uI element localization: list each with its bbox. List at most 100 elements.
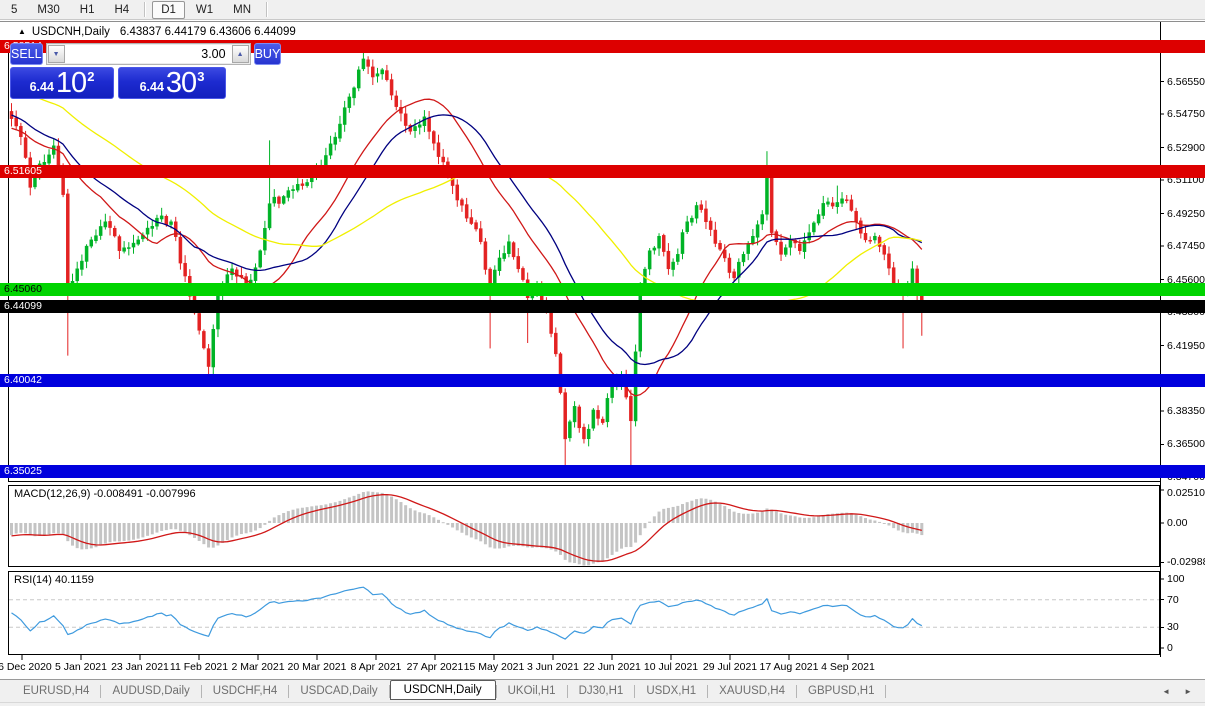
candle-body bbox=[572, 406, 577, 423]
macd-histogram-bar bbox=[624, 523, 628, 548]
macd-histogram-bar bbox=[66, 523, 70, 542]
macd-histogram-bar bbox=[770, 509, 774, 523]
candle-body bbox=[765, 172, 769, 215]
candle-body bbox=[310, 173, 314, 183]
macd-histogram-bar bbox=[446, 523, 450, 525]
macd-histogram-bar bbox=[61, 523, 65, 535]
candle-body bbox=[676, 254, 680, 262]
candle-body bbox=[493, 269, 497, 287]
volume-increase-button[interactable]: ▲ bbox=[231, 45, 249, 63]
macd-histogram-bar bbox=[361, 492, 365, 523]
tab-gbpusd-h1[interactable]: GBPUSD,H1 bbox=[797, 682, 885, 700]
candle-body bbox=[596, 410, 600, 419]
volume-decrease-button[interactable]: ▼ bbox=[47, 45, 65, 63]
tab-scroll-left[interactable]: ◄ bbox=[1155, 687, 1177, 696]
candle-body bbox=[136, 239, 140, 245]
candle-body bbox=[671, 261, 675, 270]
candle-body bbox=[732, 271, 736, 279]
candle-body bbox=[66, 193, 70, 288]
candle-body bbox=[915, 268, 919, 293]
candle-body bbox=[502, 253, 506, 259]
macd-histogram-bar bbox=[854, 514, 858, 523]
candle-body bbox=[328, 143, 333, 156]
candle-body bbox=[821, 203, 826, 216]
candle-body bbox=[272, 196, 277, 204]
tab-eurusd-h4[interactable]: EURUSD,H4 bbox=[12, 682, 100, 700]
macd-histogram-bar bbox=[418, 512, 422, 523]
macd-histogram-bar bbox=[80, 523, 84, 550]
macd-histogram-bar bbox=[619, 523, 623, 549]
candle-body bbox=[89, 239, 94, 247]
macd-histogram-bar bbox=[521, 523, 525, 547]
candle-body bbox=[150, 226, 155, 229]
candle-body bbox=[605, 398, 610, 423]
macd-histogram-bar bbox=[812, 517, 816, 523]
tab-scroll-right[interactable]: ► bbox=[1177, 687, 1199, 696]
macd-histogram-bar bbox=[737, 512, 741, 523]
candle-body bbox=[511, 242, 516, 258]
macd-histogram-bar bbox=[291, 509, 295, 523]
chart-plot-area[interactable] bbox=[0, 0, 1205, 706]
tab-dj30-h1[interactable]: DJ30,H1 bbox=[568, 682, 635, 700]
candle-body bbox=[812, 222, 816, 233]
candle-body bbox=[324, 155, 328, 168]
candle-body bbox=[854, 211, 858, 223]
candle-body bbox=[94, 235, 98, 242]
tab-xauusd-h4[interactable]: XAUUSD,H4 bbox=[708, 682, 796, 700]
candle-body bbox=[56, 145, 61, 168]
macd-histogram-bar bbox=[662, 508, 666, 523]
tab-separator bbox=[885, 684, 887, 698]
candle-body bbox=[751, 235, 755, 244]
buy-button[interactable]: BUY bbox=[253, 43, 282, 65]
tab-usdchf-h4[interactable]: USDCHF,H4 bbox=[202, 682, 289, 700]
candle-body bbox=[413, 126, 417, 131]
macd-histogram-bar bbox=[85, 523, 89, 550]
buy-price-tile[interactable]: 6.44 30 3 bbox=[118, 67, 226, 99]
macd-histogram-bar bbox=[14, 523, 18, 534]
macd-histogram-bar bbox=[554, 523, 558, 552]
macd-histogram-bar bbox=[329, 503, 333, 523]
macd-histogram-bar bbox=[263, 523, 267, 525]
tab-ukoil-h1[interactable]: UKOil,H1 bbox=[497, 682, 567, 700]
macd-histogram-bar bbox=[103, 523, 107, 544]
macd-histogram-bar bbox=[455, 523, 459, 531]
macd-histogram-bar bbox=[225, 523, 229, 541]
macd-histogram-bar bbox=[657, 511, 661, 523]
candle-body bbox=[286, 190, 291, 198]
candle-body bbox=[478, 228, 483, 242]
candle-body bbox=[896, 286, 901, 294]
volume-input[interactable] bbox=[64, 45, 232, 63]
macd-histogram-bar bbox=[451, 523, 455, 528]
tab-usdcad-daily[interactable]: USDCAD,Daily bbox=[289, 682, 388, 700]
macd-histogram-bar bbox=[244, 523, 248, 534]
macd-histogram-bar bbox=[727, 508, 731, 523]
candle-body bbox=[103, 221, 108, 228]
macd-histogram-bar bbox=[117, 523, 121, 542]
candle-body bbox=[291, 189, 295, 191]
macd-histogram-bar bbox=[310, 506, 314, 523]
candle-body bbox=[863, 232, 868, 241]
macd-histogram-bar bbox=[394, 499, 398, 523]
candle-body bbox=[882, 245, 887, 255]
macd-histogram-bar bbox=[427, 515, 431, 523]
candle-body bbox=[577, 406, 582, 429]
tab-usdx-h1[interactable]: USDX,H1 bbox=[635, 682, 707, 700]
macd-histogram-bar bbox=[235, 523, 239, 536]
candle-body bbox=[169, 221, 173, 225]
rsi-panel-border bbox=[8, 571, 1160, 655]
sell-price-tile[interactable]: 6.44 10 2 bbox=[10, 67, 114, 99]
candle-body bbox=[108, 221, 112, 228]
macd-histogram-bar bbox=[343, 499, 347, 523]
tab-usdcnh-daily[interactable]: USDCNH,Daily bbox=[389, 680, 496, 700]
candle-body bbox=[98, 226, 103, 236]
candle-body bbox=[197, 313, 201, 331]
rsi-layer bbox=[9, 586, 1159, 640]
macd-histogram-bar bbox=[779, 513, 783, 523]
one-click-trading-panel: SELL ▼ ▲ BUY 6.44 10 2 6.44 30 3 bbox=[10, 43, 282, 99]
candle-body bbox=[159, 215, 164, 220]
sell-button[interactable]: SELL bbox=[10, 43, 43, 65]
candle-body bbox=[535, 286, 539, 294]
candle-body bbox=[42, 162, 47, 165]
candle-body bbox=[582, 426, 586, 440]
tab-audusd-daily[interactable]: AUDUSD,Daily bbox=[101, 682, 200, 700]
